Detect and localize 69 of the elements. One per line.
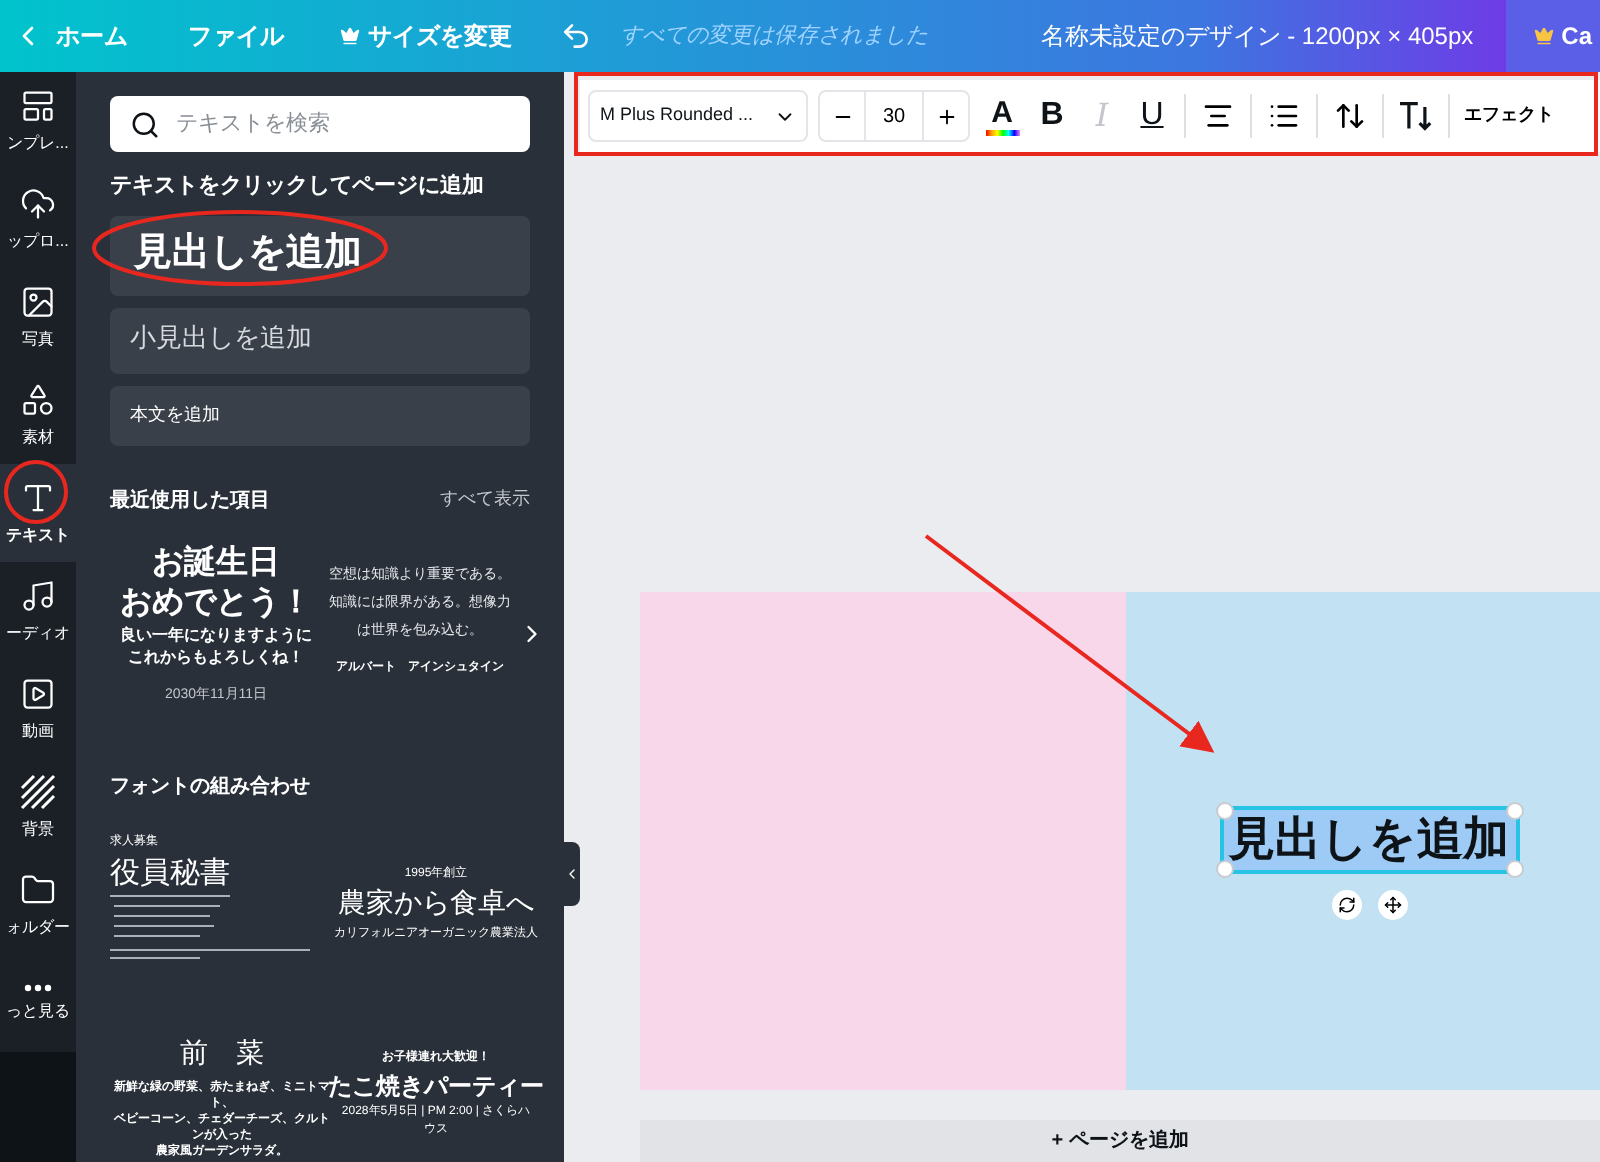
heading-add-button[interactable]: 見出しを追加: [110, 215, 530, 295]
add-page-button[interactable]: + ページを追加: [640, 1120, 1600, 1162]
section-heading: テキストをクリックしてページに追加: [110, 171, 486, 202]
design-title: 名称未設定のデザイン - 1200px × 405px: [1040, 20, 1474, 54]
highlight-ellipse: [4, 460, 68, 524]
preview-title: 役員秘書: [110, 851, 232, 891]
shapes-icon: [20, 381, 56, 417]
move-icon: [1383, 896, 1401, 914]
rotate-button[interactable]: [1331, 890, 1361, 920]
search-input[interactable]: テキストを検索: [176, 107, 510, 141]
see-all-link[interactable]: すべて表示: [440, 486, 530, 514]
rainbow-bar-icon: [985, 129, 1019, 135]
move-button[interactable]: [1377, 890, 1407, 920]
stripes-icon: [20, 773, 56, 809]
plus-icon: [935, 105, 957, 127]
rotate-icon: [1337, 896, 1355, 914]
rail-tab[interactable]: テキスト: [0, 464, 76, 562]
rail-tab[interactable]: ーディオ: [0, 562, 76, 660]
rail-tab[interactable]: ンプレ...: [0, 72, 76, 170]
effects-button[interactable]: エフェクト: [1458, 102, 1560, 130]
crown-icon: [340, 26, 360, 46]
up-down-arrows-icon: [1334, 100, 1366, 132]
layout-icon: [20, 87, 56, 123]
rail-tab[interactable]: 背景: [0, 758, 76, 856]
preview-subtitle: これからもよろしくね！: [128, 645, 304, 667]
bold-button[interactable]: B: [1028, 88, 1076, 144]
preview-title: 農家から食卓へ: [338, 885, 534, 923]
underline-button[interactable]: U: [1128, 88, 1176, 144]
section-heading: フォントの組み合わせ: [110, 773, 312, 801]
preview-title: たこ焼きパーティー: [328, 1069, 544, 1103]
chevron-left-icon: [564, 866, 580, 882]
resize-handle[interactable]: [1505, 802, 1523, 820]
search-field[interactable]: テキストを検索: [110, 96, 530, 152]
section-heading: 最近使用した項目: [110, 487, 270, 515]
search-icon: [130, 109, 160, 139]
more-icon: [24, 983, 52, 991]
rail-tab[interactable]: ォルダー: [0, 856, 76, 954]
resize-handle[interactable]: [1215, 860, 1233, 878]
crown-icon: [1533, 26, 1554, 46]
save-status: すべての変更は保存されました: [620, 21, 928, 52]
collapse-handle[interactable]: [564, 842, 580, 906]
rail-tab[interactable]: ップロ...: [0, 170, 76, 268]
align-center-icon: [1202, 100, 1234, 132]
font-size-field[interactable]: 30: [864, 92, 924, 140]
list-icon: [1268, 100, 1300, 132]
rail-tab[interactable]: っと見る: [0, 954, 76, 1052]
text-icon: [20, 479, 56, 515]
image-icon: [20, 283, 56, 319]
rail-tab[interactable]: 素材: [0, 366, 76, 464]
preview-subtitle: 良い一年になりますように: [120, 623, 312, 645]
preview-title: お誕生日: [152, 543, 280, 583]
subheading-add-button[interactable]: 小見出しを追加: [110, 307, 530, 373]
text-direction-icon: [1398, 100, 1434, 132]
cloud-upload-icon: [20, 185, 56, 221]
upgrade-button[interactable]: Ca: [1505, 0, 1600, 72]
undo-icon: [560, 20, 592, 52]
undo-button[interactable]: [560, 20, 592, 52]
rail-tab[interactable]: 動画: [0, 660, 76, 758]
preview-title: 前 菜: [180, 1035, 264, 1073]
font-size-stepper[interactable]: 30: [818, 90, 970, 142]
music-note-icon: [20, 577, 56, 613]
body-add-button[interactable]: 本文を追加: [110, 385, 530, 445]
resize-handle[interactable]: [1215, 802, 1233, 820]
folder-icon: [20, 871, 56, 907]
preview-title: おめでとう！: [120, 583, 312, 623]
play-icon: [20, 675, 56, 711]
text-color-button[interactable]: A: [978, 88, 1026, 144]
font-dropdown[interactable]: M Plus Rounded ...: [588, 90, 808, 142]
rail-tab[interactable]: 写真: [0, 268, 76, 366]
